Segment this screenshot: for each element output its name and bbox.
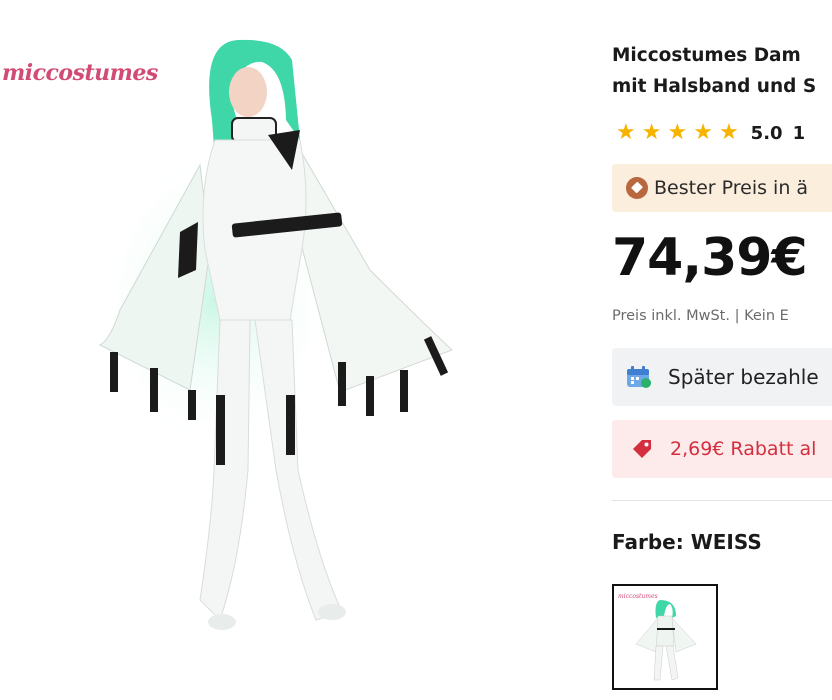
pay-later-banner[interactable]: Später bezahle bbox=[612, 348, 832, 406]
discount-text: 2,69€ Rabatt al bbox=[670, 438, 817, 460]
star-icon: ★ bbox=[616, 120, 636, 145]
rating-stars: ★ ★ ★ ★ ★ bbox=[616, 122, 739, 144]
pay-later-text: Später bezahle bbox=[668, 365, 819, 389]
discount-banner[interactable]: 2,69€ Rabatt al bbox=[612, 420, 832, 478]
product-title-line-2: mit Halsband und S bbox=[612, 76, 817, 97]
rating-value: 5.0 bbox=[750, 122, 783, 144]
best-price-banner[interactable]: Bester Preis in ä bbox=[612, 164, 832, 212]
review-count[interactable]: 1 bbox=[793, 123, 806, 144]
star-icon: ★ bbox=[667, 120, 688, 145]
star-icon: ★ bbox=[718, 120, 739, 145]
rating-summary[interactable]: ★ ★ ★ ★ ★ 5.0 1 bbox=[616, 120, 805, 146]
product-image-gallery[interactable]: miccostumes bbox=[0, 0, 600, 700]
discount-tag-icon bbox=[633, 440, 651, 458]
star-icon: ★ bbox=[693, 120, 713, 145]
product-title: Miccostumes Dam mit Halsband und S bbox=[612, 40, 832, 102]
swatch-thumbnail: miccostumes bbox=[614, 586, 716, 688]
calendar-icon bbox=[627, 366, 651, 388]
price-tag-icon bbox=[626, 177, 648, 199]
best-price-text: Bester Preis in ä bbox=[654, 177, 809, 199]
color-swatch-weiss[interactable]: miccostumes bbox=[612, 584, 718, 690]
star-icon: ★ bbox=[641, 120, 662, 145]
section-divider bbox=[612, 500, 832, 501]
price-note: Preis inkl. MwSt. | Kein E bbox=[612, 308, 789, 324]
product-photo[interactable] bbox=[0, 0, 600, 700]
product-title-line-1: Miccostumes Dam bbox=[612, 45, 801, 66]
product-price: 74,39€ bbox=[612, 228, 808, 288]
svg-text:miccostumes: miccostumes bbox=[618, 593, 658, 600]
color-label: Farbe: WEISS bbox=[612, 530, 762, 554]
